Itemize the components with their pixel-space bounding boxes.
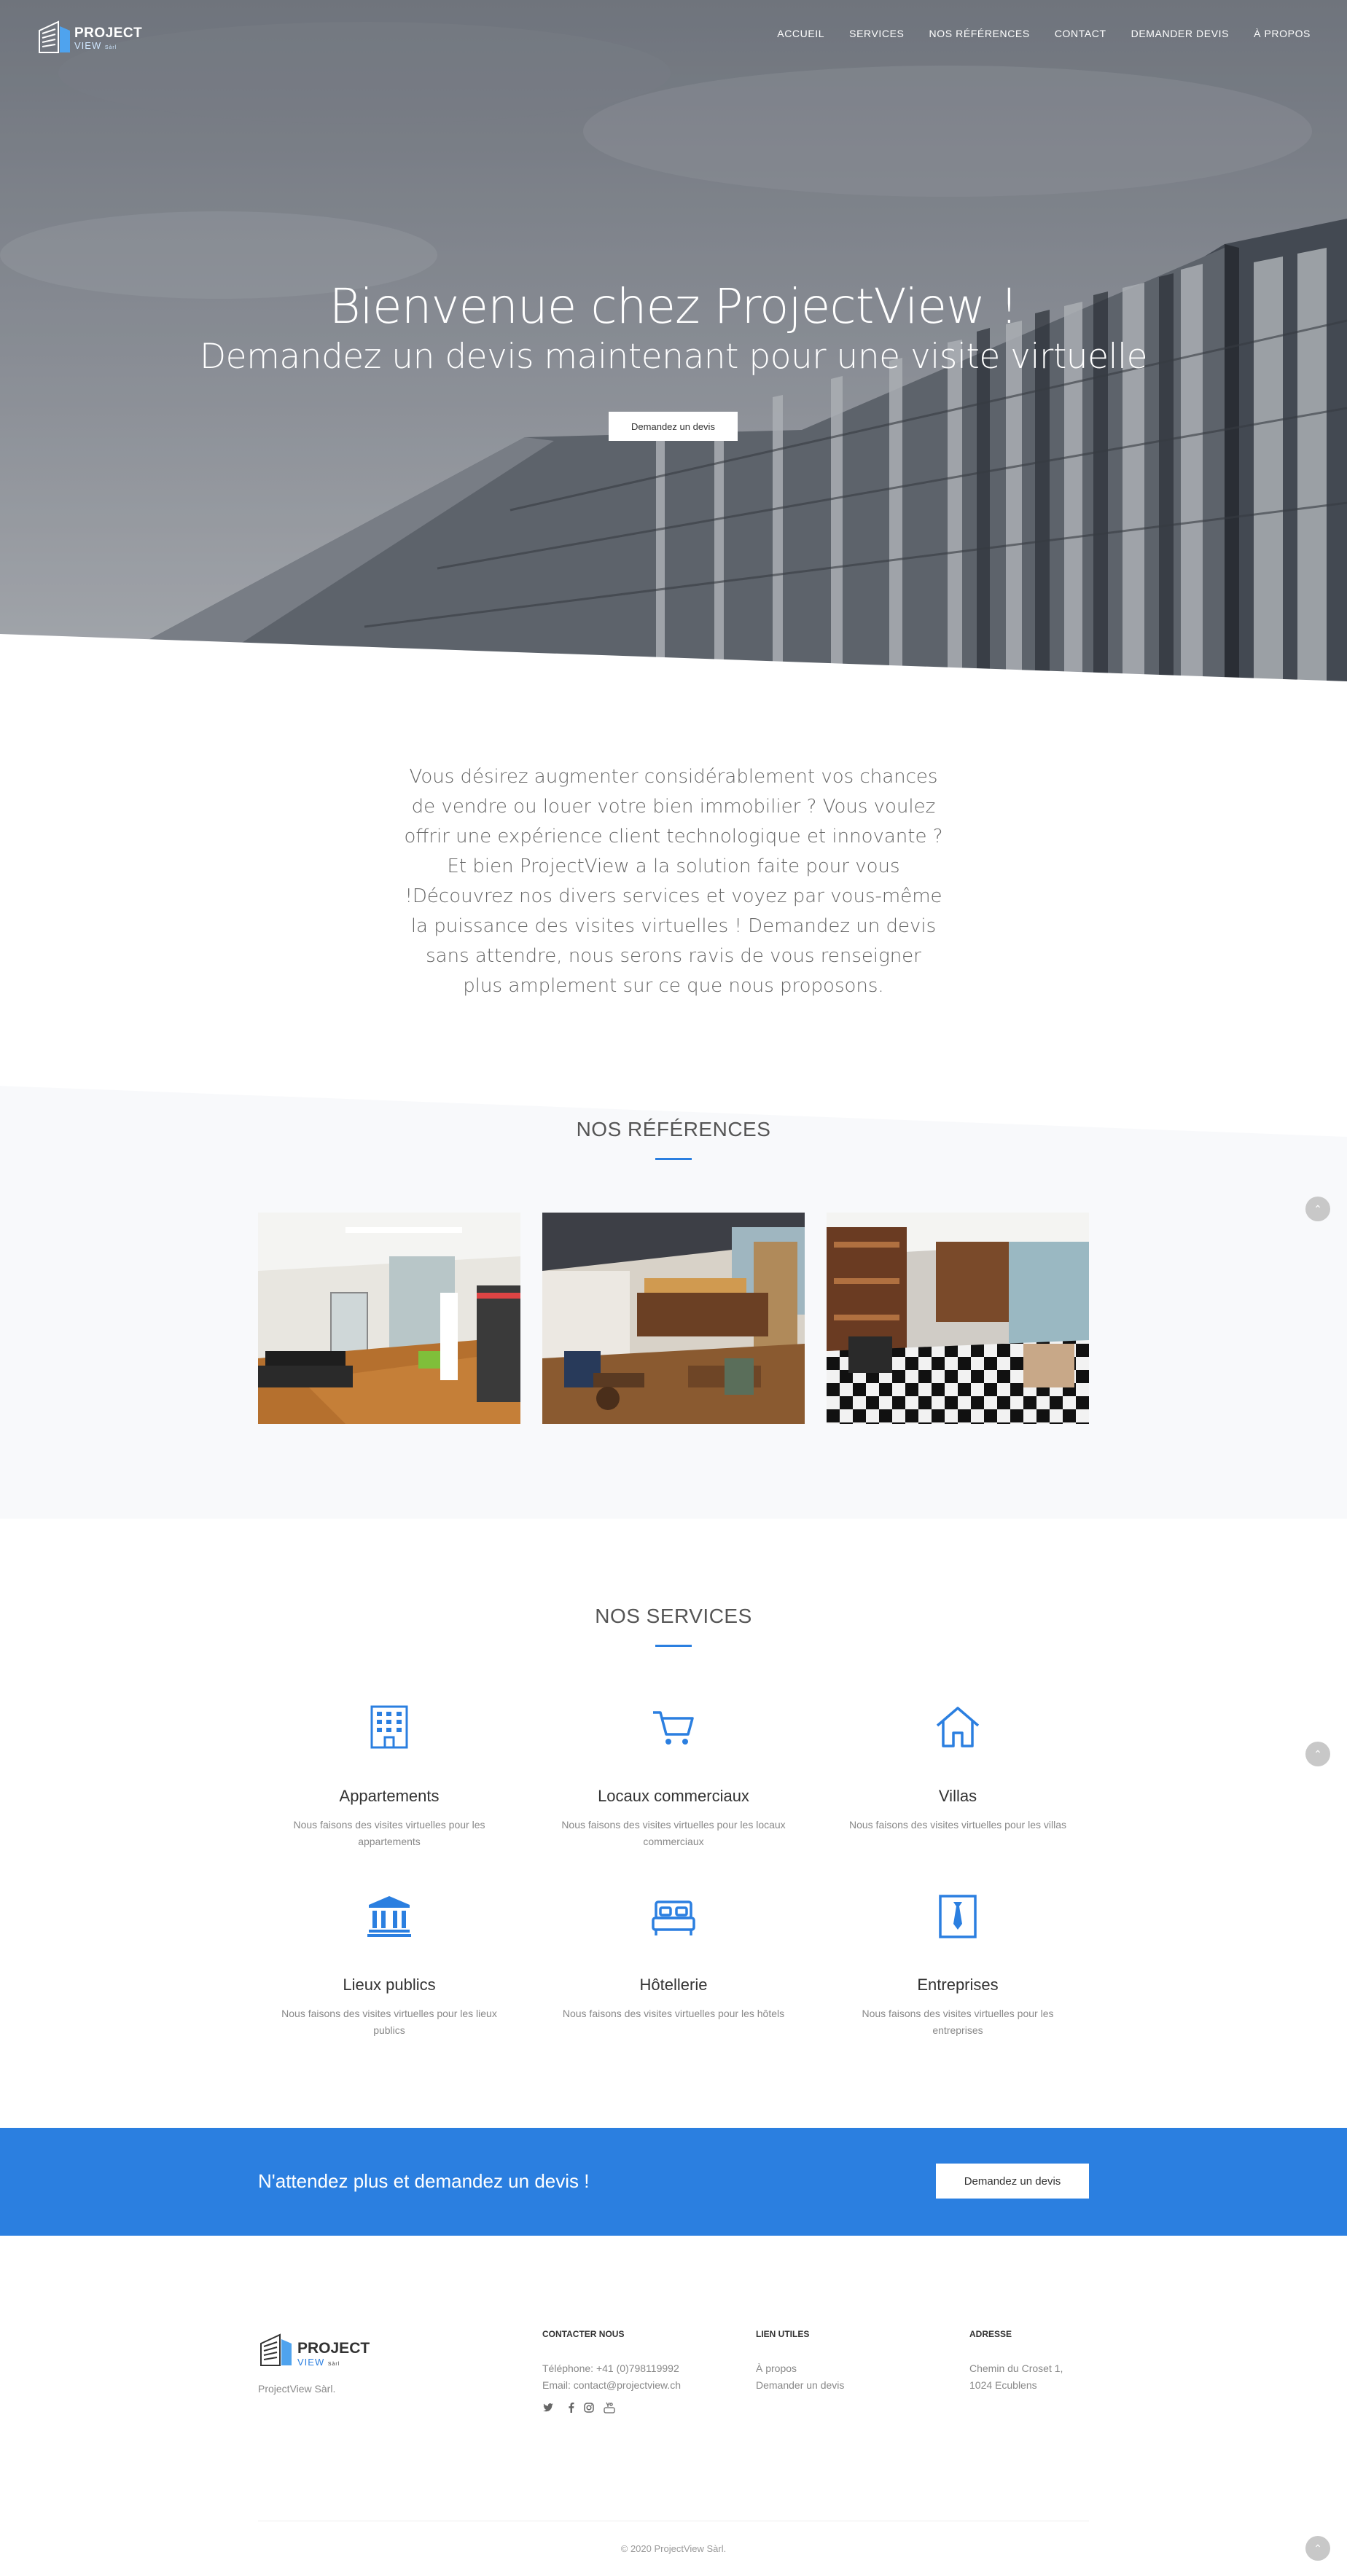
footer-contact-heading: CONTACTER NOUS: [542, 2329, 625, 2339]
hero-title: Bienvenue chez ProjectView !: [329, 278, 1018, 334]
reference-image-office[interactable]: [258, 1213, 520, 1424]
restaurant-bar-photo: [542, 1213, 805, 1424]
facebook-icon[interactable]: [566, 2402, 577, 2413]
copyright: © 2020 ProjectView Sàrl.: [620, 2543, 727, 2554]
services-underline: [655, 1645, 692, 1647]
scroll-top-button-1[interactable]: ⌃: [1305, 1197, 1330, 1221]
footer-phone: Téléphone: +41 (0)798119992: [542, 2362, 679, 2374]
hero-quote-button[interactable]: Demandez un devis: [609, 412, 738, 441]
logo-line1: PROJECT: [74, 26, 143, 41]
logo-text[interactable]: PROJECT VIEW Sàrl: [74, 26, 142, 53]
footer-links-heading: LIEN UTILES: [756, 2329, 810, 2339]
reference-image-salon[interactable]: [827, 1213, 1089, 1424]
office-interior-photo: [258, 1213, 520, 1424]
footer-link-about[interactable]: À propos: [756, 2362, 797, 2374]
service-desc-entreprises: Nous faisons des visites virtuelles pour…: [862, 2008, 1054, 2036]
nav-demander-devis[interactable]: DEMANDER DEVIS: [1131, 28, 1229, 39]
references-title: NOS RÉFÉRENCES: [576, 1118, 771, 1140]
nav-references[interactable]: NOS RÉFÉRENCES: [929, 28, 1030, 39]
reference-image-restaurant[interactable]: [542, 1213, 805, 1424]
house-icon: [936, 1707, 980, 1747]
service-title-entreprises: Entreprises: [917, 1976, 999, 1994]
nav-accueil[interactable]: ACCUEIL: [777, 28, 824, 39]
youtube-icon[interactable]: [604, 2402, 615, 2413]
nav-contact[interactable]: CONTACT: [1055, 28, 1106, 39]
twitter-icon[interactable]: [542, 2402, 554, 2413]
footer-link-quote[interactable]: Demander un devis: [756, 2379, 844, 2391]
cta-text: N'attendez plus et demandez un devis !: [258, 2170, 590, 2192]
intro-text: Vous désirez augmenter considérablement …: [404, 766, 943, 997]
institution-icon: [367, 1896, 411, 1937]
service-desc-appartements: Nous faisons des visites virtuelles pour…: [293, 1819, 485, 1847]
hero-section: PROJECT VIEW Sàrl ACCUEIL SERVICES NOS R…: [0, 0, 1347, 681]
service-desc-villas: Nous faisons des visites virtuelles pour…: [848, 1819, 1066, 1831]
main-nav: ACCUEIL SERVICES NOS RÉFÉRENCES CONTACT …: [777, 28, 1311, 39]
cart-icon: [653, 1711, 694, 1745]
logo-line2: VIEW Sàrl: [74, 40, 117, 51]
service-desc-lieux-publics: Nous faisons des visites virtuelles pour…: [281, 2008, 497, 2036]
footer-logo-text[interactable]: PROJECT VIEW Sàrl: [297, 2341, 370, 2368]
footer-company-name: ProjectView Sàrl.: [258, 2383, 336, 2395]
footer-logo-line1: PROJECT: [297, 2340, 370, 2357]
footer-email[interactable]: Email: contact@projectview.ch: [542, 2379, 681, 2391]
scroll-top-button-3[interactable]: ⌃: [1305, 2536, 1330, 2561]
scroll-top-button-2[interactable]: ⌃: [1305, 1742, 1330, 1766]
navbar: PROJECT VIEW Sàrl ACCUEIL SERVICES NOS R…: [0, 0, 1347, 73]
instagram-icon[interactable]: [583, 2402, 595, 2413]
footer-address-heading: ADRESSE: [969, 2329, 1012, 2339]
service-title-locaux: Locaux commerciaux: [598, 1787, 749, 1805]
hero-subtitle: Demandez un devis maintenant pour une vi…: [199, 337, 1148, 377]
nav-services[interactable]: SERVICES: [849, 28, 904, 39]
service-title-lieux-publics: Lieux publics: [343, 1976, 436, 1994]
nav-a-propos[interactable]: À PROPOS: [1254, 28, 1311, 39]
tie-icon: [939, 1895, 977, 1938]
service-title-appartements: Appartements: [339, 1787, 440, 1805]
footer-logo-line2: VIEW Sàrl: [297, 2357, 340, 2368]
footer-address-line2: 1024 Ecublens: [969, 2379, 1037, 2391]
service-title-villas: Villas: [938, 1787, 977, 1805]
service-desc-hotellerie: Nous faisons des visites virtuelles pour…: [562, 2008, 785, 2019]
building-icon: [370, 1705, 408, 1749]
hair-salon-photo: [827, 1213, 1089, 1424]
cta-banner: N'attendez plus et demandez un devis ! D…: [0, 2128, 1347, 2236]
services-title: NOS SERVICES: [595, 1605, 752, 1627]
footer-address-line1: Chemin du Croset 1,: [969, 2362, 1063, 2374]
references-underline: [655, 1158, 692, 1160]
service-title-hotellerie: Hôtellerie: [639, 1976, 708, 1994]
bed-icon: [652, 1900, 695, 1935]
service-desc-locaux: Nous faisons des visites virtuelles pour…: [561, 1819, 786, 1847]
cta-quote-button[interactable]: Demandez un devis: [936, 2164, 1089, 2199]
